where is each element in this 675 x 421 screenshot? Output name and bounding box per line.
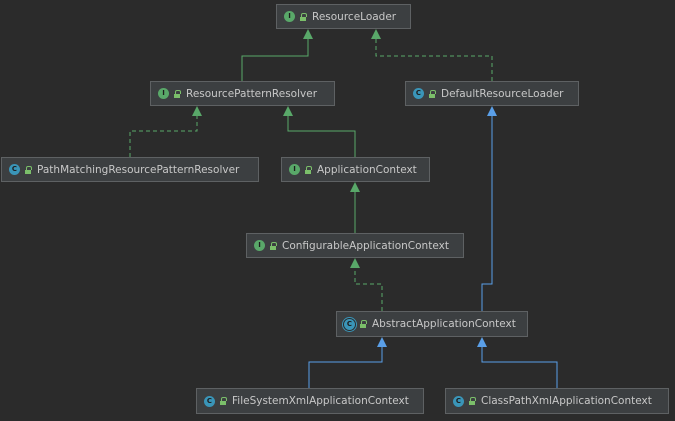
node-label: AbstractApplicationContext — [372, 318, 516, 330]
lock-icon — [25, 165, 32, 174]
node-label: FileSystemXmlApplicationContext — [232, 395, 409, 407]
node-label: PathMatchingResourcePatternResolver — [37, 163, 240, 176]
lock-icon — [360, 320, 367, 328]
interface-icon: I — [289, 164, 300, 175]
node-label: ClassPathXmlApplicationContext — [481, 395, 652, 407]
class-icon: C — [9, 164, 20, 175]
lock-icon — [220, 397, 227, 405]
edge-default-resource-loader-to-resource-loader — [371, 29, 493, 81]
interface-icon: I — [284, 11, 295, 22]
lock-icon — [174, 89, 181, 98]
edge-class-path-xml-application-context-to-abstract-application-context — [477, 337, 558, 388]
node-abstract-application-context[interactable]: C AbstractApplicationContext — [336, 311, 528, 337]
node-label: ResourceLoader — [312, 10, 397, 23]
uml-class-diagram: I ResourceLoader I ResourcePatternResolv… — [0, 0, 675, 421]
node-label: ResourcePatternResolver — [186, 87, 318, 100]
node-file-system-xml-application-context[interactable]: C FileSystemXmlApplicationContext — [196, 388, 424, 414]
node-configurable-application-context[interactable]: I ConfigurableApplicationContext — [246, 233, 464, 258]
lock-icon — [429, 89, 436, 98]
node-path-matching-resource-pattern-resolver[interactable]: C PathMatchingResourcePatternResolver — [1, 157, 259, 182]
abstract-class-icon: C — [344, 318, 355, 330]
node-label: DefaultResourceLoader — [441, 87, 564, 100]
edge-resource-pattern-resolver-to-resource-loader — [241, 29, 313, 81]
edge-path-matching-resource-pattern-resolver-to-resource-pattern-resolver — [129, 106, 202, 157]
lock-icon — [305, 165, 312, 174]
class-icon: C — [413, 88, 424, 99]
node-label: ConfigurableApplicationContext — [282, 239, 449, 252]
interface-icon: I — [254, 240, 265, 251]
node-default-resource-loader[interactable]: C DefaultResourceLoader — [405, 81, 579, 106]
lock-icon — [300, 12, 307, 21]
class-icon: C — [453, 395, 464, 407]
lock-icon — [469, 397, 476, 405]
node-resource-loader[interactable]: I ResourceLoader — [276, 4, 411, 29]
node-label: ApplicationContext — [317, 163, 417, 176]
lock-icon — [270, 241, 277, 250]
edge-abstract-application-context-to-default-resource-loader — [481, 106, 497, 311]
edge-application-context-to-resource-pattern-resolver — [283, 106, 356, 157]
edge-layer — [129, 29, 558, 388]
node-class-path-xml-application-context[interactable]: C ClassPathXmlApplicationContext — [445, 388, 669, 414]
interface-icon: I — [158, 88, 169, 99]
edge-file-system-xml-application-context-to-abstract-application-context — [308, 337, 387, 388]
edge-abstract-application-context-to-configurable-application-context — [350, 258, 383, 311]
node-application-context[interactable]: I ApplicationContext — [281, 157, 430, 182]
node-resource-pattern-resolver[interactable]: I ResourcePatternResolver — [150, 81, 335, 106]
class-icon: C — [204, 395, 215, 407]
